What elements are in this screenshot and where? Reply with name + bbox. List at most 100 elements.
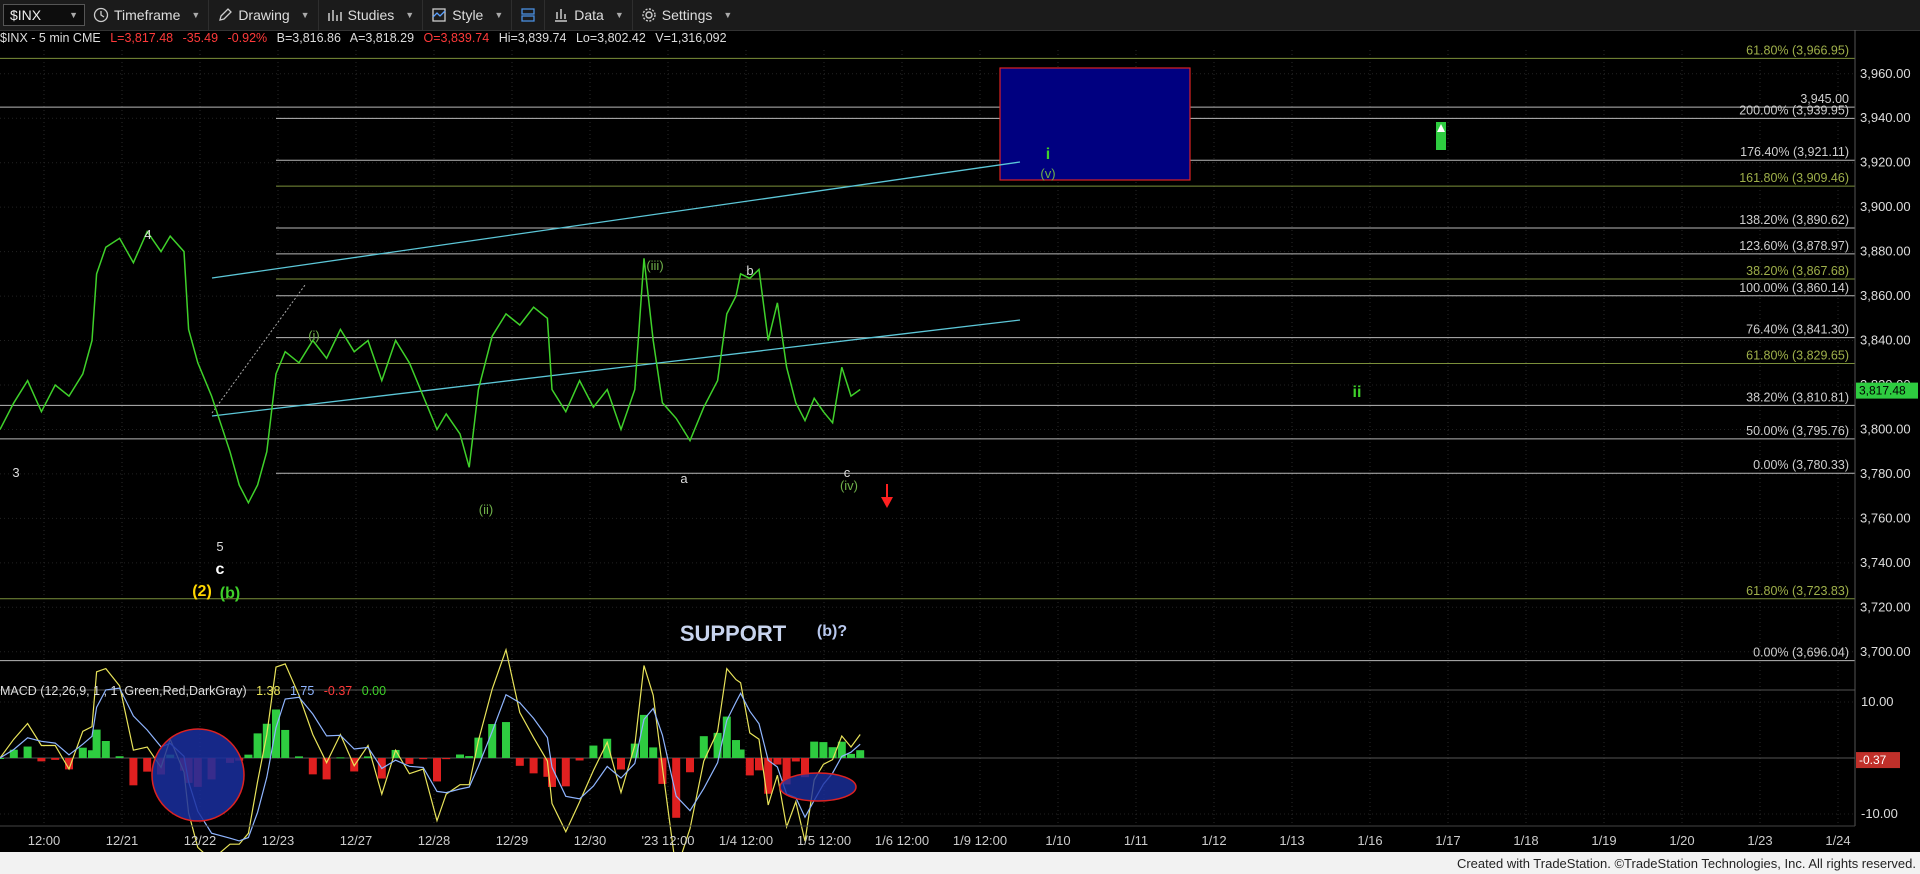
macd-hist-bar [253, 733, 262, 758]
wave-labels: 345c(2) (b)(i)(ii)(iii)abc(iv)i(v)iiSUPPO… [12, 146, 1361, 646]
studies-menu[interactable]: Studies ▼ [319, 0, 424, 30]
wave-label: b [746, 263, 753, 278]
time-tick-label: 12:00 [28, 833, 61, 848]
macd-hist-bar [819, 742, 828, 758]
chevron-down-icon: ▼ [300, 10, 310, 20]
macd-value: 1.38 [256, 684, 281, 698]
wave-label: (v) [1040, 166, 1055, 181]
macd-hist-bar [856, 750, 865, 758]
layout-button[interactable] [512, 0, 546, 30]
price-tick-label: 3,900.00 [1860, 199, 1911, 214]
high-price: Hi=3,839.74 [498, 31, 567, 45]
time-tick-label: 12/29 [496, 833, 529, 848]
time-tick-label: 12/22 [184, 833, 217, 848]
macd-hist-bar [308, 758, 317, 775]
settings-menu[interactable]: Settings ▼ [633, 0, 741, 30]
style-menu[interactable]: Style ▼ [423, 0, 513, 30]
macd-hist-bar [456, 754, 464, 758]
wave-label: (b) [220, 585, 240, 602]
fib-label: 138.20% (3,890.62) [1739, 213, 1849, 227]
time-tick-label: 1/4 12:00 [719, 833, 773, 848]
fib-label: 200.00% (3,939.95) [1739, 103, 1849, 117]
macd-hist-bar [791, 758, 800, 762]
time-tick-label: 12/23 [262, 833, 295, 848]
pencil-icon [219, 8, 233, 21]
chevron-down-icon: ▼ [614, 10, 624, 20]
wave-label: (ii) [479, 502, 493, 517]
time-tick-label: 12/30 [574, 833, 607, 848]
ask-price: A=3,818.29 [349, 31, 415, 45]
time-tick-label: 12/27 [340, 833, 373, 848]
price-tick-label: 3,760.00 [1860, 510, 1911, 525]
dotted-trend-line [211, 284, 306, 414]
macd-hist-bar [129, 758, 138, 786]
wave-label: (i) [308, 328, 320, 343]
time-tick-label: 1/12 [1201, 833, 1226, 848]
toolbar: $INX ▼ Timeframe ▼ Drawing ▼ Studies ▼ S… [0, 0, 1920, 31]
macd-hist-bar [847, 753, 855, 758]
macd-hist-bar [115, 756, 124, 758]
price-series-line [0, 230, 861, 505]
price-chart[interactable]: 61.80% (3,966.95)3,945.00200.00% (3,939.… [0, 30, 1920, 874]
macd-hist-bar [649, 747, 658, 758]
zero-value: 0.00 [361, 684, 387, 698]
macd-last-label: -0.37 [1859, 753, 1887, 767]
price-tick-label: 3,880.00 [1860, 244, 1911, 259]
fib-label: 161.80% (3,909.46) [1739, 171, 1849, 185]
wave-label: 4 [144, 227, 151, 242]
macd-hist-bar [529, 758, 538, 774]
fib-label: 38.20% (3,867.68) [1746, 264, 1849, 278]
wave-label: (b)? [817, 623, 847, 640]
studies-label: Studies [347, 7, 395, 23]
price-tick-label: 3,720.00 [1860, 599, 1911, 614]
macd-hist-bar [465, 756, 474, 758]
symbol-text: $INX [10, 7, 42, 23]
fib-label: 76.40% (3,841.30) [1746, 323, 1849, 337]
time-tick-label: 1/20 [1669, 833, 1694, 848]
wave-label: i [1046, 146, 1050, 163]
macd-hist-bar [810, 741, 819, 758]
time-tick-label: 1/6 12:00 [875, 833, 929, 848]
symbol-selector[interactable]: $INX ▼ [3, 4, 85, 26]
macd-hist-bar [672, 758, 681, 818]
macd-highlight-ellipse [151, 728, 245, 822]
wave-label: SUPPORT [680, 621, 787, 646]
style-label: Style [452, 7, 484, 23]
symbol-info: $INX - 5 min CME [0, 31, 101, 45]
target-box [999, 67, 1191, 181]
fib-label: 61.80% (3,723.83) [1746, 584, 1849, 598]
time-tick-label: 1/24 [1825, 833, 1850, 848]
data-menu[interactable]: Data ▼ [545, 0, 633, 30]
macd-tick-label: 10.00 [1861, 694, 1894, 709]
timeframe-menu[interactable]: Timeframe ▼ [85, 0, 210, 30]
layout-icon [521, 8, 535, 22]
low-price: Lo=3,802.42 [575, 31, 646, 45]
macd-hist-bar [589, 745, 598, 758]
signal-line [0, 687, 861, 842]
fib-levels: 61.80% (3,966.95)3,945.00200.00% (3,939.… [0, 43, 1855, 662]
macd-hist-bar [686, 758, 694, 773]
fib-label: 176.40% (3,921.11) [1740, 145, 1849, 159]
macd-hist-bar [295, 756, 303, 758]
fib-label: 38.20% (3,810.81) [1746, 390, 1849, 404]
green-arrow-up [1436, 122, 1446, 150]
macd-hist-bar [515, 758, 524, 766]
macd-hist-bar [322, 758, 331, 780]
macd-hist-bar [51, 758, 60, 760]
style-icon [432, 8, 446, 22]
drawing-menu[interactable]: Drawing ▼ [209, 0, 319, 30]
net-change: -35.49 [182, 31, 219, 45]
macd-hist-bar [37, 758, 46, 762]
timeframe-label: Timeframe [114, 7, 181, 23]
chevron-down-icon: ▼ [494, 10, 504, 20]
time-tick-label: 1/19 [1591, 833, 1616, 848]
macd-hist-bar [78, 747, 87, 758]
macd-hist-bar [575, 758, 584, 761]
fib-label: 100.00% (3,860.14) [1739, 281, 1849, 295]
macd-label: MACD (12,26,9, 1 , 1 ,Green,Red,DarkGray… [0, 684, 247, 698]
wave-label: (2) [192, 583, 212, 600]
time-tick-label: 1/18 [1513, 833, 1538, 848]
studies-icon [327, 10, 342, 21]
time-tick-label: '23 12:00 [641, 833, 694, 848]
time-tick-label: 1/10 [1045, 833, 1070, 848]
